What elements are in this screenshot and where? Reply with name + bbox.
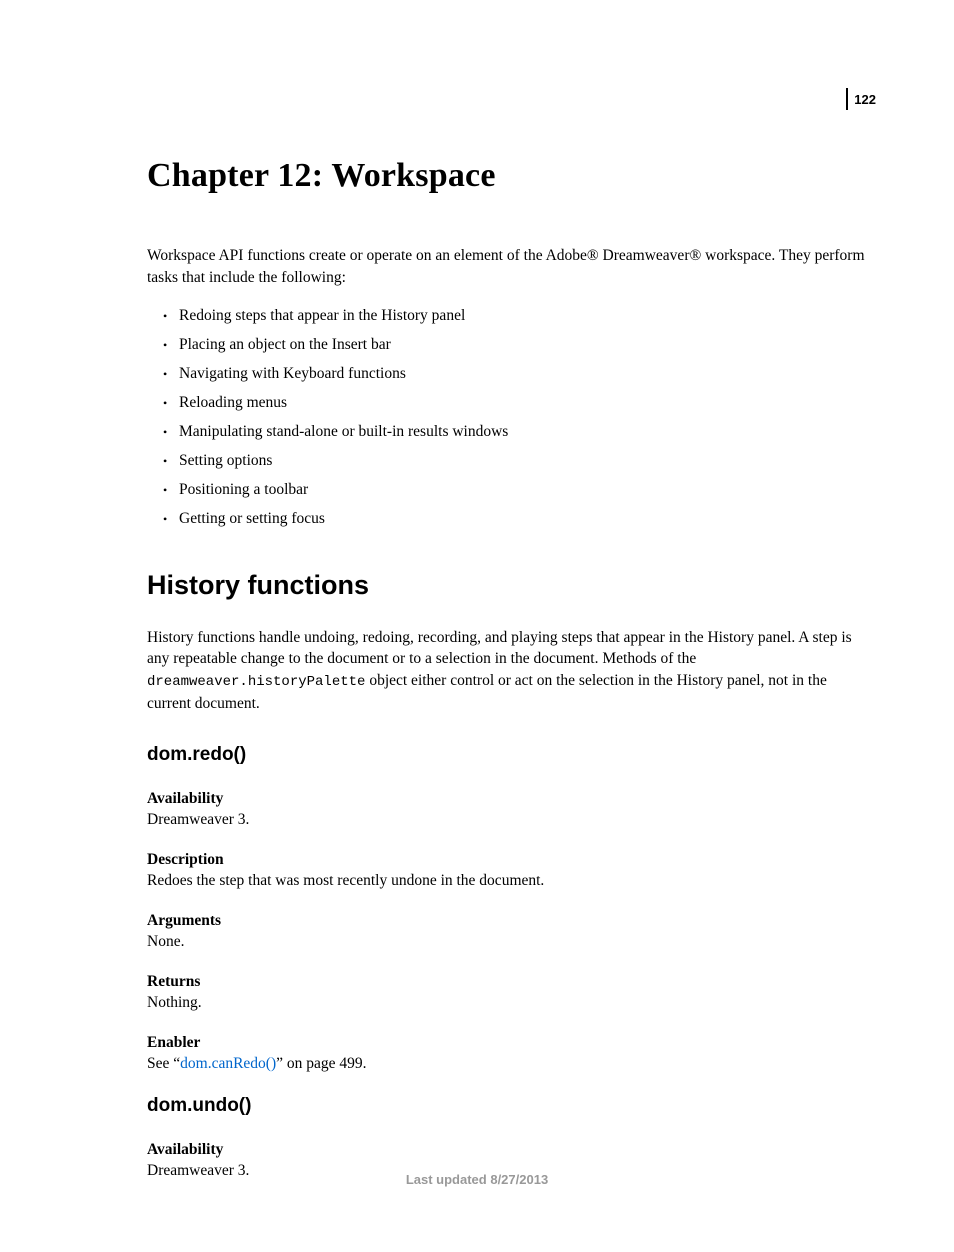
- cross-reference-link[interactable]: dom.canRedo(): [180, 1055, 276, 1072]
- list-item: Redoing steps that appear in the History…: [163, 306, 869, 327]
- list-item: Navigating with Keyboard functions: [163, 364, 869, 385]
- intro-paragraph: Workspace API functions create or operat…: [147, 245, 869, 288]
- page-number-container: 122: [846, 88, 876, 110]
- method-heading-dom-undo: dom.undo(): [147, 1095, 869, 1117]
- enabler-pre: See “: [147, 1055, 180, 1072]
- list-item: Reloading menus: [163, 393, 869, 414]
- intro-bullet-list: Redoing steps that appear in the History…: [147, 306, 869, 529]
- field-arguments: Arguments None.: [147, 912, 869, 953]
- document-page: 122 Chapter 12: Workspace Workspace API …: [0, 0, 954, 1252]
- list-item: Placing an object on the Insert bar: [163, 335, 869, 356]
- field-label: Returns: [147, 973, 869, 991]
- section-intro-pre: History functions handle undoing, redoin…: [147, 629, 852, 668]
- field-label: Arguments: [147, 912, 869, 930]
- field-availability: Availability Dreamweaver 3.: [147, 790, 869, 831]
- chapter-title: Chapter 12: Workspace: [147, 157, 869, 195]
- page-number: 122: [854, 92, 876, 107]
- section-heading-history-functions: History functions: [147, 570, 869, 601]
- field-description: Description Redoes the step that was mos…: [147, 851, 869, 892]
- page-number-rule: [846, 88, 848, 110]
- list-item: Manipulating stand-alone or built-in res…: [163, 422, 869, 443]
- field-enabler: Enabler See “dom.canRedo()” on page 499.: [147, 1034, 869, 1075]
- field-label: Availability: [147, 1141, 869, 1159]
- inline-code: dreamweaver.historyPalette: [147, 674, 365, 690]
- list-item: Getting or setting focus: [163, 509, 869, 530]
- field-label: Description: [147, 851, 869, 869]
- field-label: Enabler: [147, 1034, 869, 1052]
- field-value: Redoes the step that was most recently u…: [147, 871, 869, 892]
- field-label: Availability: [147, 790, 869, 808]
- method-heading-dom-redo: dom.redo(): [147, 744, 869, 766]
- list-item: Setting options: [163, 451, 869, 472]
- field-value: None.: [147, 932, 869, 953]
- enabler-post: ” on page 499.: [276, 1055, 366, 1072]
- section-intro: History functions handle undoing, redoin…: [147, 627, 869, 715]
- page-footer: Last updated 8/27/2013: [0, 1172, 954, 1187]
- field-value: Nothing.: [147, 993, 869, 1014]
- field-value: Dreamweaver 3.: [147, 810, 869, 831]
- field-value: See “dom.canRedo()” on page 499.: [147, 1054, 869, 1075]
- list-item: Positioning a toolbar: [163, 480, 869, 501]
- field-returns: Returns Nothing.: [147, 973, 869, 1014]
